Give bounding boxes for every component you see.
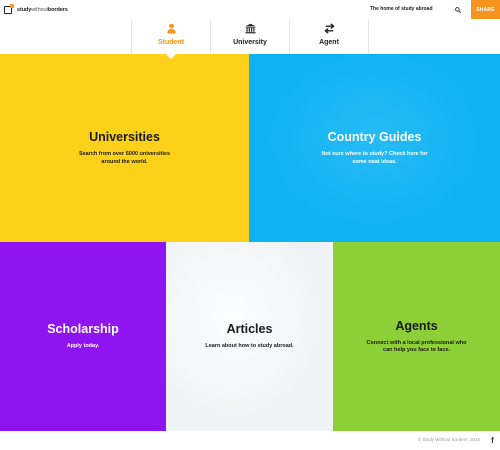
tile-title: Agents — [395, 318, 438, 333]
audience-tabs: Student University Agent — [131, 19, 369, 59]
person-icon — [166, 23, 177, 34]
tile-title: Universities — [89, 130, 160, 144]
tile-title: Country Guides — [327, 130, 422, 144]
share-button[interactable]: SHARE — [471, 0, 500, 19]
search-button[interactable] — [451, 3, 465, 16]
tile-title: Articles — [226, 322, 273, 337]
logo-mark-icon — [4, 3, 14, 14]
tab-label: Student — [157, 39, 185, 46]
tab-university[interactable]: University — [211, 19, 290, 54]
logo-text: studywithoutborders — [17, 6, 68, 13]
site-logo[interactable]: studywithoutborders — [4, 3, 68, 15]
tab-agent[interactable]: Agent — [290, 19, 369, 54]
tab-student[interactable]: Student — [132, 19, 211, 59]
institution-icon — [244, 23, 256, 34]
search-icon — [455, 6, 461, 13]
tile-articles[interactable]: Articles Learn about how to study abroad… — [166, 242, 333, 431]
tile-agents[interactable]: Agents Connect with a local professional… — [333, 242, 500, 431]
tile-description: Learn about how to study abroad. — [205, 343, 294, 350]
tab-label: University — [233, 39, 267, 46]
tile-universities[interactable]: Universities Search from over 5000 unive… — [0, 54, 249, 242]
tile-description: Search from over 5000 universities aroun… — [78, 151, 171, 165]
page-footer: © Study Without Borders, 2016 f — [0, 431, 500, 450]
exchange-arrows-icon — [324, 23, 335, 34]
tab-label: Agent — [319, 39, 339, 46]
top-header: studywithoutborders The home of study ab… — [0, 0, 500, 19]
tile-description: Connect with a local professional who ca… — [366, 339, 467, 354]
tile-country-guides[interactable]: Country Guides Not sure where to study? … — [249, 54, 500, 242]
tile-title: Scholarship — [47, 322, 119, 337]
tile-description: Not sure where to study? Check here for … — [321, 151, 428, 165]
facebook-icon[interactable]: f — [489, 436, 496, 445]
tile-scholarship[interactable]: Scholarship Apply today. — [0, 242, 166, 431]
copyright-text: © Study Without Borders, 2016 — [417, 437, 480, 442]
tile-description: Apply today. — [66, 343, 100, 350]
site-tagline: The home of study abroad — [370, 6, 433, 12]
